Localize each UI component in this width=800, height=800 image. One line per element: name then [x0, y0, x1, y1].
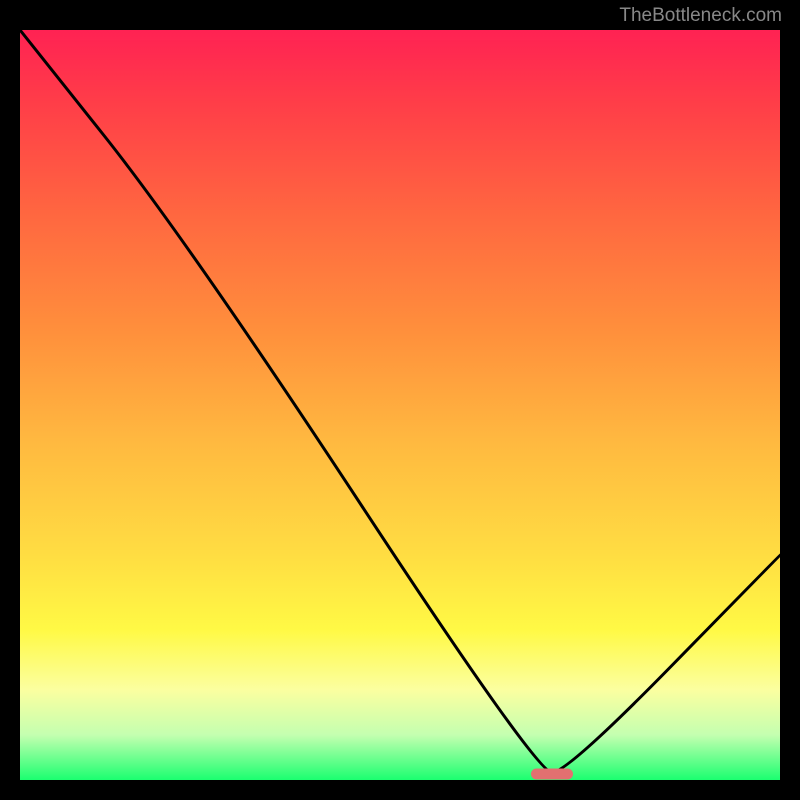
attribution-label: TheBottleneck.com — [619, 5, 782, 27]
plot-area — [20, 30, 780, 780]
bottleneck-curve — [20, 30, 780, 780]
chart-container: TheBottleneck.com — [0, 0, 800, 800]
optimal-marker — [531, 769, 573, 780]
